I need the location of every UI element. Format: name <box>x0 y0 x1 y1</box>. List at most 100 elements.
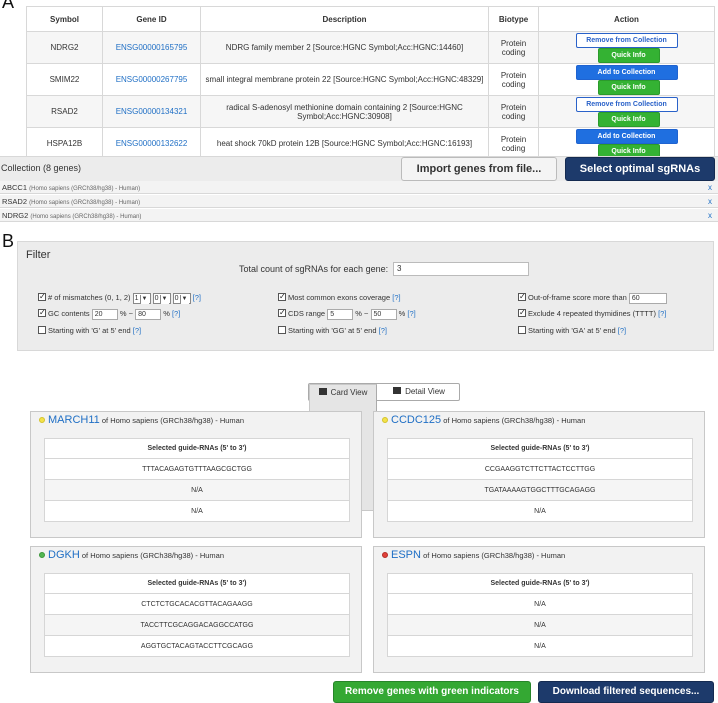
gene-description: small integral membrane protein 22 [Sour… <box>200 63 489 96</box>
card-gene-name[interactable]: DGKH <box>48 549 80 561</box>
gene-card: MARCH11 of Homo sapiens (GRCh38/hg38) - … <box>30 411 362 538</box>
cds-label: CDS range <box>288 309 326 318</box>
exclude-tttt-checkbox[interactable]: ✓ <box>518 309 526 318</box>
card-species: of Homo sapiens (GRCh38/hg38) - Human <box>81 551 225 560</box>
status-indicator <box>39 552 45 559</box>
guide-rna: CTCTCTGCACACGTTACAGAAGG <box>44 593 350 615</box>
collection-title: Collection (8 genes) <box>1 163 82 173</box>
gc-checkbox[interactable]: ✓ <box>38 309 46 318</box>
start-gg-checkbox[interactable] <box>278 326 286 335</box>
guide-rna: N/A <box>44 479 350 501</box>
quick-info-button[interactable]: Quick Info <box>597 111 660 127</box>
view-toggle: Card View Detail View <box>308 383 460 511</box>
add-to-collection-button[interactable]: Add to Collection <box>575 64 678 80</box>
start-g-checkbox[interactable] <box>38 326 46 335</box>
panel-label-a: A <box>2 0 15 12</box>
out-of-frame-input[interactable]: 60 <box>628 292 667 304</box>
action-cell: Add to CollectionQuick Info <box>538 127 715 160</box>
table-row: HSPA12B ENSG00000132622 heat shock 70kD … <box>26 127 715 160</box>
action-cell: Remove from CollectionQuick Info <box>538 31 715 64</box>
help-link[interactable]: [?] <box>658 309 666 318</box>
add-to-collection-button[interactable]: Add to Collection <box>575 128 678 144</box>
gene-symbol: SMIM22 <box>26 63 103 96</box>
exclude-tttt-filter: ✓ Exclude 4 repeated thymidines (TTTT) [?… <box>518 308 666 320</box>
mismatch-select-1[interactable]: 1 ▼ <box>132 292 151 304</box>
gene-table: Symbol Gene ID Description Biotype Actio… <box>26 6 715 160</box>
gene-description: NDRG family member 2 [Source:HGNC Symbol… <box>200 31 489 64</box>
card-gene-name[interactable]: CCDC125 <box>391 414 441 426</box>
guide-rna: TTTACAGAGTGTTTAAGCGCTGG <box>44 458 350 480</box>
mismatch-select-2[interactable]: 0 ▼ <box>152 292 171 304</box>
start-g-filter: Starting with 'G' at 5' end [?] <box>38 325 141 337</box>
quick-info-button[interactable]: Quick Info <box>597 79 660 95</box>
help-link[interactable]: [?] <box>392 293 400 302</box>
guide-rna: TACCTTCGCAGGACAGGCCATGG <box>44 614 350 636</box>
gene-id-link[interactable]: ENSG00000267795 <box>102 63 201 96</box>
column-header-symbol: Symbol <box>26 6 103 32</box>
gene-description: radical S-adenosyl methionine domain con… <box>200 95 489 128</box>
start-ga-filter: Starting with 'GA' at 5' end [?] <box>518 325 626 337</box>
total-count-input[interactable]: 3 <box>393 262 529 276</box>
remove-collection-item-button[interactable]: x <box>708 181 712 194</box>
status-indicator <box>39 417 45 424</box>
list-icon <box>393 387 402 395</box>
select-optimal-sgrnas-button[interactable]: Select optimal sgRNAs <box>565 157 715 181</box>
mismatch-select-3[interactable]: 0 ▼ <box>172 292 191 304</box>
collection-item: NDRG2 (Homo sapiens (GRCh38/hg38) - Huma… <box>0 209 718 222</box>
detail-view-label: Detail View <box>405 387 445 396</box>
chevron-down-icon: ▼ <box>179 294 189 304</box>
help-link[interactable]: [?] <box>172 309 180 318</box>
status-indicator <box>382 552 388 559</box>
detail-view-button[interactable]: Detail View <box>378 384 460 400</box>
quick-info-button[interactable]: Quick Info <box>597 47 660 63</box>
guide-table: Selected guide-RNAs (5' to 3') CCGAAGGTC… <box>387 438 693 522</box>
gene-id-link[interactable]: ENSG00000134321 <box>102 95 201 128</box>
guide-table: Selected guide-RNAs (5' to 3') N/A N/A N… <box>387 573 693 657</box>
card-species: of Homo sapiens (GRCh38/hg38) - Human <box>423 551 566 560</box>
collection-item: RSAD2 (Homo sapiens (GRCh38/hg38) - Huma… <box>0 195 718 208</box>
import-genes-button[interactable]: Import genes from file... <box>401 157 557 181</box>
gene-id-link[interactable]: ENSG00000165795 <box>102 31 201 64</box>
mismatch-filter: ✓ # of mismatches (0, 1, 2) 1 ▼ 0 ▼ 0 ▼ [?] <box>38 292 201 304</box>
start-gg-label: Starting with 'GG' at 5' end <box>288 326 377 335</box>
gene-symbol: RSAD2 <box>26 95 103 128</box>
cds-max-input[interactable]: 50 <box>370 308 397 320</box>
remove-collection-item-button[interactable]: x <box>708 195 712 208</box>
table-row: RSAD2 ENSG00000134321 radical S-adenosyl… <box>26 95 715 128</box>
download-sequences-button[interactable]: Download filtered sequences... <box>538 681 714 703</box>
filter-title: Filter <box>26 249 51 261</box>
guide-rna: N/A <box>387 593 693 615</box>
grid-icon <box>318 388 327 396</box>
remove-from-collection-button[interactable]: Remove from Collection <box>575 96 678 112</box>
remove-green-genes-button[interactable]: Remove genes with green indicators <box>333 681 531 703</box>
gc-max-input[interactable]: 80 <box>135 308 162 320</box>
cds-min-input[interactable]: 5 <box>327 308 354 320</box>
help-link[interactable]: [?] <box>618 326 626 335</box>
remove-from-collection-button[interactable]: Remove from Collection <box>575 32 678 48</box>
guide-column-header: Selected guide-RNAs (5' to 3') <box>387 438 693 459</box>
guide-column-header: Selected guide-RNAs (5' to 3') <box>387 573 693 594</box>
gene-id-link[interactable]: ENSG00000132622 <box>102 127 201 160</box>
help-link[interactable]: [?] <box>407 309 415 318</box>
card-header: CCDC125 of Homo sapiens (GRCh38/hg38) - … <box>382 414 585 426</box>
table-row: NDRG2 ENSG00000165795 NDRG family member… <box>26 31 715 64</box>
start-ga-checkbox[interactable] <box>518 326 526 335</box>
remove-collection-item-button[interactable]: x <box>708 209 712 222</box>
out-of-frame-filter: ✓ Out-of-frame score more than 60 <box>518 292 667 304</box>
cds-filter: ✓ CDS range 5 % ~ 50 % [?] <box>278 308 416 320</box>
exons-checkbox[interactable]: ✓ <box>278 293 286 302</box>
gene-biotype: Protein coding <box>488 95 539 128</box>
help-link[interactable]: [?] <box>133 326 141 335</box>
exons-filter: ✓ Most common exons coverage [?] <box>278 292 401 304</box>
help-link[interactable]: [?] <box>193 293 201 302</box>
cds-checkbox[interactable]: ✓ <box>278 309 286 318</box>
help-link[interactable]: [?] <box>379 326 387 335</box>
card-gene-name[interactable]: MARCH11 <box>48 414 100 426</box>
column-header-gene-id: Gene ID <box>102 6 201 32</box>
gene-card: CCDC125 of Homo sapiens (GRCh38/hg38) - … <box>373 411 705 538</box>
out-of-frame-checkbox[interactable]: ✓ <box>518 293 526 302</box>
mismatch-checkbox[interactable]: ✓ <box>38 293 46 302</box>
collection-gene: RSAD2 <box>2 197 28 206</box>
gc-min-input[interactable]: 20 <box>91 308 118 320</box>
card-gene-name[interactable]: ESPN <box>391 549 421 561</box>
